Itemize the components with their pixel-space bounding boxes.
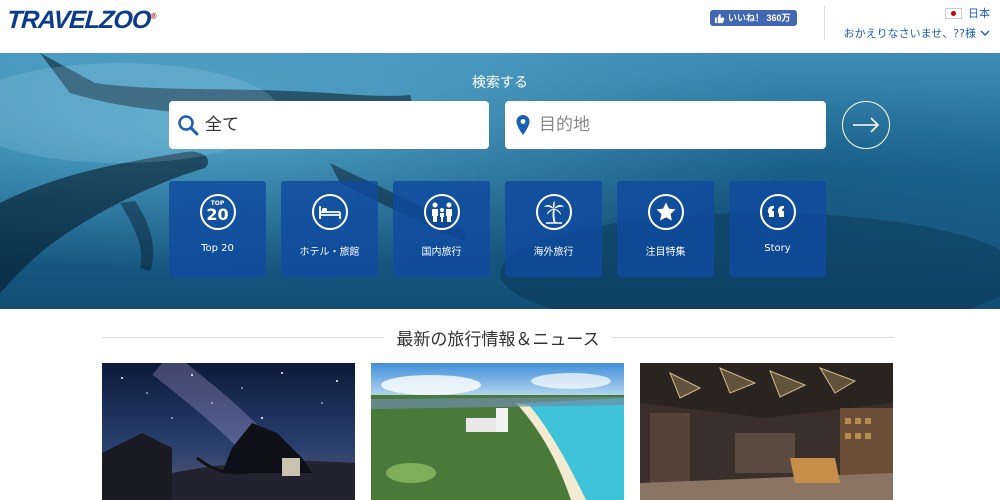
tile-story[interactable]: Story: [729, 181, 826, 277]
tile-top20[interactable]: TOP 20 Top 20: [169, 181, 266, 277]
keyword-search-box[interactable]: [169, 101, 489, 149]
facebook-like-button[interactable]: いいね！ 360万: [710, 10, 797, 26]
top20-icon-text-num: 20: [206, 205, 229, 224]
chevron-down-icon: [980, 30, 990, 36]
site-header: TRAVELZOO® いいね！ 360万 日本 おかえりなさいませ、??様: [0, 0, 1000, 53]
travelzoo-logo[interactable]: TRAVELZOO®: [6, 6, 156, 35]
divider-line: [102, 336, 385, 338]
tile-domestic-travel[interactable]: 国内旅行: [393, 181, 490, 277]
country-selector[interactable]: 日本: [945, 5, 990, 21]
category-tiles: TOP 20 Top 20 ホテル・旅館 国内旅行 海外旅行 注目特集 Stor…: [169, 181, 826, 277]
search-icon: [178, 115, 199, 136]
keyword-search-input[interactable]: [205, 115, 475, 135]
top20-icon: TOP 20: [199, 194, 236, 230]
quote-icon: [759, 194, 796, 230]
tile-label: ホテル・旅館: [299, 247, 360, 258]
okinawa-beach-resort-aerial-photo: [371, 363, 624, 500]
hero-search-banner: 検索する TOP 20 Top 20 ホテル・旅館 国内旅行: [0, 53, 1000, 309]
tile-featured-specials[interactable]: 注目特集: [617, 181, 714, 277]
starry-night-hammock-photo: [102, 363, 355, 500]
thumbs-up-icon: [714, 13, 725, 23]
star-icon: [647, 194, 684, 230]
tile-overseas-travel[interactable]: 海外旅行: [505, 181, 602, 277]
facebook-like-label: いいね！ 360万: [728, 13, 791, 23]
news-section-title: 最新の旅行情報＆ニュース: [396, 329, 600, 350]
tile-label: 国内旅行: [421, 247, 462, 258]
palm-tree-icon: [535, 194, 572, 230]
welcome-text: おかえりなさいませ、??様: [843, 27, 976, 40]
family-icon: [423, 194, 460, 230]
japan-flag-icon: [945, 7, 962, 19]
location-pin-icon: [516, 115, 530, 135]
arrow-right-icon: [853, 117, 880, 133]
tile-label: Story: [764, 243, 791, 254]
news-section-header: 最新の旅行情報＆ニュース: [102, 322, 894, 352]
country-label: 日本: [968, 7, 990, 20]
account-menu[interactable]: おかえりなさいませ、??様: [844, 25, 990, 41]
divider-line: [611, 336, 894, 338]
search-heading: 検索する: [472, 75, 528, 91]
hotel-lobby-interior-photo: [640, 363, 893, 500]
tile-label: 海外旅行: [533, 247, 574, 258]
tile-label: Top 20: [201, 243, 234, 254]
tile-hotels[interactable]: ホテル・旅館: [281, 181, 378, 277]
news-card-okinawa-resort[interactable]: [371, 363, 624, 500]
search-submit-button[interactable]: [842, 101, 890, 149]
news-card-starry-night[interactable]: [102, 363, 355, 500]
destination-search-box[interactable]: [505, 101, 826, 149]
bed-icon: [311, 194, 348, 230]
news-card-hotel-lobby[interactable]: [640, 363, 893, 500]
tile-label: 注目特集: [645, 247, 686, 258]
news-cards: [102, 363, 893, 500]
destination-search-input[interactable]: [539, 115, 809, 135]
header-divider: [824, 6, 825, 40]
